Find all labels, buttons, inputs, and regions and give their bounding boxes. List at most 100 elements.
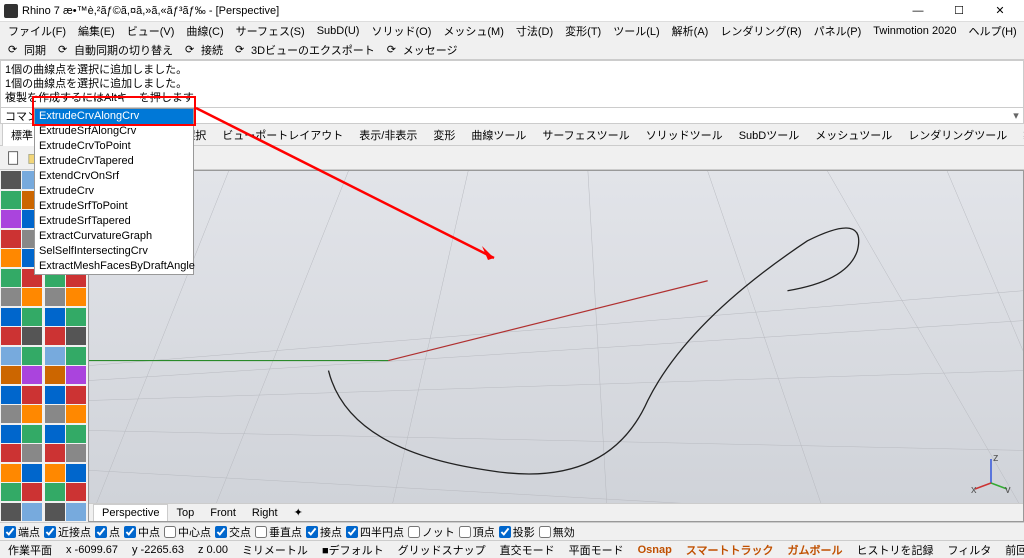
viewport-tab[interactable]: Right	[244, 505, 286, 521]
tool-button[interactable]	[1, 327, 21, 345]
tool-button[interactable]	[45, 444, 65, 462]
toolbar-tab[interactable]: レンダリングツール	[900, 124, 1015, 146]
tool-button[interactable]	[1, 405, 21, 423]
osnap-option[interactable]: 近接点	[44, 524, 91, 540]
tool-button[interactable]	[1, 191, 21, 209]
autocomplete-item[interactable]: ExtractCurvatureGraph	[35, 229, 193, 244]
osnap-option[interactable]: 交点	[215, 524, 251, 540]
viewport-tab[interactable]: Perspective	[93, 504, 168, 521]
tool-button[interactable]	[22, 425, 42, 443]
viewport-tab[interactable]: Top	[168, 505, 202, 521]
menu-item[interactable]: ビュー(V)	[121, 21, 181, 41]
osnap-option[interactable]: 投影	[499, 524, 535, 540]
tool-button[interactable]	[45, 503, 65, 521]
tool-button[interactable]	[1, 288, 21, 306]
autocomplete-item[interactable]: ExtrudeSrfTapered	[35, 214, 193, 229]
osnap-option[interactable]: 中心点	[164, 524, 211, 540]
toolbar-tab[interactable]: ソリッドツール	[638, 124, 731, 146]
tool-button[interactable]	[22, 503, 42, 521]
toolbar-button[interactable]: ⟳3Dビューのエクスポート	[231, 41, 379, 59]
tool-button[interactable]	[66, 405, 86, 423]
autocomplete-item[interactable]: ExtrudeCrvToPoint	[35, 139, 193, 154]
toolbar-button[interactable]: ⟳自動同期の切り替え	[54, 41, 177, 59]
menu-item[interactable]: 編集(E)	[72, 21, 121, 41]
menu-item[interactable]: ヘルプ(H)	[962, 21, 1022, 41]
tool-button[interactable]	[22, 308, 42, 326]
osnap-option[interactable]: 垂直点	[255, 524, 302, 540]
menu-item[interactable]: ファイル(F)	[2, 21, 72, 41]
tool-button[interactable]	[45, 483, 65, 501]
osnap-option[interactable]: 中点	[124, 524, 160, 540]
toolbar-button[interactable]: ⟳メッセージ	[383, 41, 462, 59]
autocomplete-item[interactable]: ExtendCrvOnSrf	[35, 169, 193, 184]
menu-item[interactable]: メッシュ(M)	[437, 21, 510, 41]
autocomplete-item[interactable]: SelSelfIntersectingCrv	[35, 244, 193, 259]
tool-button[interactable]	[1, 483, 21, 501]
tool-button[interactable]	[66, 464, 86, 482]
osnap-option[interactable]: 端点	[4, 524, 40, 540]
tool-button[interactable]	[22, 366, 42, 384]
tool-button[interactable]	[66, 444, 86, 462]
toolbar-tab[interactable]: SubDツール	[731, 124, 808, 146]
tool-button[interactable]	[45, 425, 65, 443]
toolbar-tab[interactable]: 曲線ツール	[463, 124, 534, 146]
command-input[interactable]	[56, 109, 1009, 123]
tool-button[interactable]	[45, 386, 65, 404]
tool-button[interactable]	[66, 483, 86, 501]
axes-gizmo[interactable]: z y x	[971, 453, 1011, 493]
maximize-button[interactable]: ☐	[939, 1, 979, 21]
tool-button[interactable]	[1, 503, 21, 521]
minimize-button[interactable]: —	[898, 1, 938, 21]
menu-item[interactable]: SubD(U)	[311, 23, 366, 39]
tool-button[interactable]	[1, 171, 21, 189]
tool-button[interactable]	[66, 308, 86, 326]
tool-button[interactable]	[22, 483, 42, 501]
autocomplete-item[interactable]: ExtrudeCrvTapered	[35, 154, 193, 169]
tool-button[interactable]	[45, 464, 65, 482]
tool-button[interactable]	[45, 366, 65, 384]
osnap-option[interactable]: 頂点	[459, 524, 495, 540]
tool-button[interactable]	[45, 288, 65, 306]
viewport-perspective[interactable]: z y x PerspectiveTopFrontRight✦	[88, 170, 1024, 522]
tool-button[interactable]	[1, 425, 21, 443]
menu-item[interactable]: パネル(P)	[808, 21, 868, 41]
menu-item[interactable]: サーフェス(S)	[230, 21, 311, 41]
tool-button[interactable]	[22, 386, 42, 404]
tool-button[interactable]	[22, 288, 42, 306]
status-y[interactable]: y -2265.63	[128, 544, 188, 556]
tool-button[interactable]	[1, 464, 21, 482]
osnap-option[interactable]: 点	[95, 524, 120, 540]
tool-button[interactable]	[66, 503, 86, 521]
tool-button[interactable]	[1, 249, 21, 267]
tool-button[interactable]	[1, 386, 21, 404]
toolbar-tab[interactable]: 表示/非表示	[351, 124, 425, 146]
tool-button[interactable]	[1, 210, 21, 228]
status-z[interactable]: z 0.00	[194, 544, 232, 556]
tool-button[interactable]	[45, 405, 65, 423]
tool-button[interactable]	[1, 230, 21, 248]
menu-item[interactable]: 寸法(D)	[510, 21, 559, 41]
toolbar-button[interactable]: ⟳接続	[181, 41, 227, 59]
tool-button[interactable]	[22, 347, 42, 365]
viewport-tab-add[interactable]: ✦	[286, 504, 311, 521]
tool-button[interactable]	[66, 288, 86, 306]
autocomplete-item[interactable]: ExtrudeCrvAlongCrv	[35, 109, 193, 124]
status-x[interactable]: x -6099.67	[62, 544, 122, 556]
tool-button[interactable]	[45, 327, 65, 345]
autocomplete-item[interactable]: ExtrudeSrfAlongCrv	[35, 124, 193, 139]
tool-button[interactable]	[1, 308, 21, 326]
toolbar-tab[interactable]: サーフェスツール	[534, 124, 637, 146]
osnap-option[interactable]: 無効	[539, 524, 575, 540]
toolbar-button[interactable]: ⟳同期	[4, 41, 50, 59]
menu-item[interactable]: 変形(T)	[559, 21, 607, 41]
new-file-icon[interactable]	[4, 148, 24, 168]
status-toggle[interactable]: Osnap	[634, 544, 676, 556]
tool-button[interactable]	[45, 308, 65, 326]
viewport-canvas[interactable]	[89, 171, 1023, 522]
toolbar-tab[interactable]: ビューポートレイアウト	[214, 124, 351, 146]
tool-button[interactable]	[22, 464, 42, 482]
autocomplete-popup[interactable]: ExtrudeCrvAlongCrvExtrudeSrfAlongCrvExtr…	[34, 108, 194, 275]
tool-button[interactable]	[66, 386, 86, 404]
tool-button[interactable]	[22, 405, 42, 423]
tool-button[interactable]	[1, 269, 21, 287]
